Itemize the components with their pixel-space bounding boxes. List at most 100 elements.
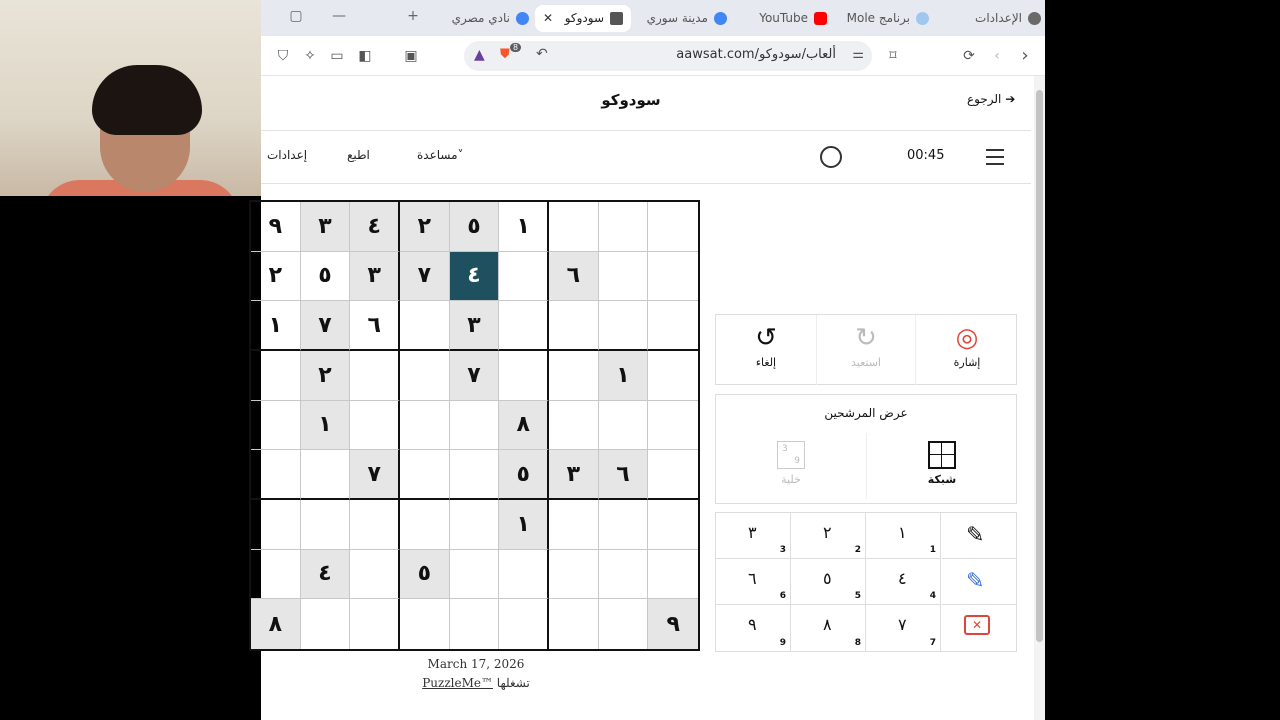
sudoku-cell[interactable] [549,500,599,550]
sudoku-cell[interactable]: ٣ [350,251,400,302]
sudoku-cell[interactable] [300,450,351,500]
back-arrow-icon[interactable]: ‹ [987,46,1007,66]
wallet-icon[interactable]: ▭ [327,46,347,66]
sudoku-cell[interactable] [549,549,599,600]
sudoku-cell[interactable] [449,500,500,550]
digit-button[interactable]: ١1 [866,513,941,559]
sudoku-cell[interactable] [251,400,301,451]
rewards-icon[interactable]: ▲ [474,47,485,63]
sudoku-cell[interactable]: ١ [300,400,351,451]
sudoku-cell[interactable]: ٣ [300,202,351,252]
sudoku-cell[interactable]: ٧ [300,301,351,351]
sudoku-cell[interactable] [499,549,549,600]
sudoku-cell[interactable]: ٣ [549,450,599,500]
sudoku-cell[interactable]: ٥ [449,202,500,252]
digit-button[interactable]: ٧7 [866,605,941,651]
help-menu[interactable]: مساعدة˅ [417,148,464,162]
sudoku-cell[interactable] [251,500,301,550]
site-settings-icon[interactable]: ⚌ [852,47,864,62]
url-text[interactable]: aawsat.com/ألعاب/سودوكو [676,47,836,62]
sudoku-cell[interactable]: ٢ [300,351,351,401]
add-user-icon[interactable] [820,146,842,168]
share-icon[interactable]: ↶ [536,46,548,62]
sudoku-cell[interactable] [251,450,301,500]
sudoku-cell[interactable]: ٧ [449,351,500,401]
digit-button[interactable]: ٩9 [716,605,791,651]
sudoku-cell[interactable] [648,202,698,252]
restore-window-icon[interactable]: ▢ [286,8,306,24]
sudoku-cell[interactable] [400,450,450,500]
sudoku-cell[interactable] [549,351,599,401]
sudoku-cell[interactable] [648,500,698,550]
tab-nadi[interactable]: نادي مصري [441,5,529,32]
sudoku-cell[interactable] [301,599,351,649]
sudoku-cell[interactable]: ٧ [350,450,400,500]
scroll-thumb[interactable] [1036,90,1043,642]
hint-button[interactable]: ◎ إشارة [917,315,1017,385]
sudoku-cell[interactable]: ١ [251,301,301,351]
tab-sudoku[interactable]: سودوكو ✕ [535,5,631,32]
digit-button[interactable]: ٥5 [791,559,866,605]
pen-color-button[interactable]: ✎ [942,559,1017,605]
sudoku-cell[interactable]: ٥ [499,450,549,500]
puzzleme-link[interactable]: PuzzleMe™ [422,676,493,690]
sudoku-cell[interactable] [350,549,400,600]
sudoku-cell[interactable] [499,351,549,401]
sudoku-cell[interactable] [350,599,400,649]
sudoku-cell[interactable]: ٧ [400,251,450,302]
sudoku-cell[interactable] [648,401,698,451]
sudoku-cell[interactable]: ٥ [300,251,351,302]
leo-icon[interactable]: ▣ [401,46,421,66]
sudoku-cell[interactable]: ٦ [350,301,400,351]
sudoku-cell[interactable] [648,252,698,302]
extensions-icon[interactable]: ✧ [300,46,320,66]
shield-icon[interactable]: ⛉ [273,46,293,66]
sudoku-cell[interactable]: ٦ [549,251,599,302]
sudoku-cell[interactable] [648,351,698,401]
sudoku-cell[interactable] [648,550,698,600]
sudoku-cell[interactable] [350,500,400,550]
tab-mole[interactable]: برنامج Mole [847,5,929,32]
sudoku-cell[interactable] [598,202,649,252]
sudoku-cell[interactable] [400,351,450,401]
sudoku-cell[interactable] [549,202,599,252]
sudoku-cell[interactable] [598,500,649,550]
sudoku-cell[interactable] [598,251,649,302]
sudoku-cell[interactable]: ٥ [400,549,450,600]
sudoku-cell[interactable]: ١ [499,500,549,550]
address-bar[interactable]: ▲ ⛊ 8 ↶ aawsat.com/ألعاب/سودوكو ⚌ [464,41,872,71]
back-link[interactable]: ➔ الرجوع [967,92,1015,106]
settings-menu[interactable]: إعدادات [267,148,307,162]
tab-youtube[interactable]: YouTube [741,5,827,32]
sudoku-cell[interactable] [648,301,698,351]
scrollbar[interactable] [1034,76,1045,720]
sudoku-cell[interactable] [350,351,400,401]
sudoku-cell[interactable]: ٩ [251,202,301,252]
sudoku-cell[interactable] [499,251,549,302]
bookmark-icon[interactable]: ⌑ [883,46,903,66]
delete-button[interactable]: ✕ [942,605,1017,651]
minimize-window-icon[interactable]: — [329,8,349,24]
sudoku-cell[interactable] [251,549,301,600]
digit-button[interactable]: ٣3 [716,513,791,559]
hamburger-menu-icon[interactable] [986,149,1004,170]
sudoku-cell[interactable] [549,599,599,649]
sudoku-cell[interactable]: ١ [598,351,649,401]
sudoku-cell[interactable] [300,500,351,550]
sudoku-cell[interactable] [400,301,450,351]
sudoku-cell[interactable]: ٤ [300,549,351,600]
grid-mode-button[interactable]: شبكة [907,441,977,486]
sudoku-cell[interactable]: ٦ [598,450,649,500]
tab-madina[interactable]: مدينة سوري [643,5,727,32]
sudoku-cell[interactable] [400,500,450,550]
sudoku-cell[interactable] [400,400,450,451]
close-tab-icon[interactable]: ✕ [543,5,553,32]
sudoku-cell[interactable]: ٨ [499,400,549,451]
pencil-button[interactable]: ✎ [942,513,1017,559]
sudoku-cell[interactable]: ١ [499,202,549,252]
sudoku-cell[interactable] [549,400,599,451]
sudoku-cell[interactable] [350,400,400,451]
sudoku-cell[interactable] [648,450,698,500]
digit-button[interactable]: ٤4 [866,559,941,605]
sudoku-cell[interactable] [449,549,500,600]
